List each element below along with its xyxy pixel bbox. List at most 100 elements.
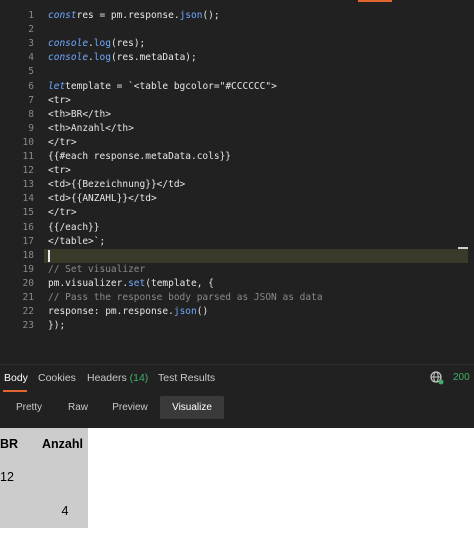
- code-text: <td>{{ANZAHL}}</td>: [48, 192, 157, 206]
- code-token: </tr>: [48, 207, 77, 219]
- code-line[interactable]: 2: [0, 23, 474, 37]
- code-text: {{/each}}: [48, 221, 99, 235]
- visualizer-table: BR Anzahl 12 4: [0, 428, 88, 528]
- tab-body[interactable]: Body: [4, 372, 28, 384]
- globe-icon[interactable]: [430, 371, 444, 385]
- line-number: 5: [28, 66, 34, 78]
- code-line[interactable]: 10 </tr>: [0, 136, 474, 150]
- code-text: console.log(res.metaData);: [48, 51, 197, 65]
- code-token: (template, {: [145, 277, 214, 289]
- line-number: 9: [28, 122, 34, 134]
- code-token: res = pm.response.: [76, 10, 180, 21]
- code-line[interactable]: 4 console.log(res.metaData);: [0, 51, 474, 65]
- code-line[interactable]: 15 </tr>: [0, 206, 474, 220]
- line-number: 14: [22, 193, 34, 205]
- line-number: 6: [28, 80, 34, 92]
- code-line[interactable]: 13 <td>{{Bezeichnung}}</td>: [0, 178, 474, 192]
- text-cursor: [48, 250, 50, 262]
- code-line[interactable]: 17 </table>`;: [0, 235, 474, 249]
- code-text: console.log(res);: [48, 37, 145, 51]
- tab-raw[interactable]: Raw: [56, 396, 100, 419]
- code-line[interactable]: 1 constres = pm.response.json();: [0, 9, 474, 23]
- code-line[interactable]: 8 <th>BR</th>: [0, 108, 474, 122]
- code-line[interactable]: 3 console.log(res);: [0, 37, 474, 51]
- tab-test-results[interactable]: Test Results: [158, 372, 215, 384]
- code-line[interactable]: 6 lettemplate = `<table bgcolor="#CCCCCC"…: [0, 80, 474, 94]
- code-line[interactable]: 18: [0, 249, 474, 263]
- code-text: response: pm.response.json(): [48, 305, 208, 319]
- code-line[interactable]: 9 <th>Anzahl</th>: [0, 122, 474, 136]
- table-row: 12: [0, 460, 88, 494]
- code-line[interactable]: 11 {{#each response.metaData.cols}}: [0, 150, 474, 164]
- code-token: json: [173, 306, 197, 318]
- code-text: <tr>: [48, 164, 71, 178]
- tab-cookies[interactable]: Cookies: [38, 372, 76, 384]
- code-line[interactable]: 22 response: pm.response.json(): [0, 305, 474, 319]
- table-header-row: BR Anzahl: [0, 428, 88, 460]
- code-token: <tr>: [48, 94, 71, 106]
- code-token: <tr>: [48, 165, 71, 177]
- code-token: response: pm.response.: [48, 306, 174, 318]
- code-text: <th>Anzahl</th>: [48, 122, 134, 136]
- code-token: {{#each response.metaData.cols}}: [48, 151, 232, 162]
- code-token: <th>BR</th>: [48, 108, 111, 120]
- code-line[interactable]: 12 <tr>: [0, 164, 474, 178]
- line-number: 23: [22, 320, 34, 332]
- code-token: const: [48, 10, 77, 21]
- code-text: <th>BR</th>: [48, 108, 111, 122]
- table-cell: [0, 494, 42, 528]
- code-line[interactable]: 20 pm.visualizer.set(template, {: [0, 277, 474, 291]
- code-token: (res.metaData);: [110, 52, 197, 64]
- code-token: template = `<table bgcolor="#CCCCCC">: [65, 80, 277, 92]
- tab-headers-label: Headers: [87, 372, 127, 384]
- headers-count-badge: (14): [129, 372, 149, 384]
- code-line[interactable]: 5: [0, 65, 474, 79]
- code-editor[interactable]: 1 constres = pm.response.json(); 2 3 console…: [0, 0, 474, 356]
- code-line[interactable]: 21 // Pass the response body parsed as JS…: [0, 291, 474, 305]
- status-code[interactable]: 200: [453, 372, 470, 383]
- code-text: });: [48, 319, 65, 333]
- line-number: 2: [28, 24, 34, 36]
- tab-visualize[interactable]: Visualize: [160, 396, 224, 419]
- code-line[interactable]: 7 <tr>: [0, 94, 474, 108]
- line-number: 8: [28, 108, 34, 120]
- code-line[interactable]: 19 // Set visualizer: [0, 263, 474, 277]
- table-cell: 12: [0, 470, 14, 484]
- active-tab-indicator: [358, 0, 392, 2]
- code-token: let: [48, 80, 66, 92]
- line-number: 16: [22, 221, 34, 233]
- code-token: (res);: [110, 38, 146, 50]
- code-token: (): [196, 306, 209, 318]
- scrollbar-marker[interactable]: [458, 247, 468, 249]
- code-token: // Set visualizer: [48, 263, 146, 275]
- tab-headers[interactable]: Headers (14): [87, 372, 148, 384]
- tab-pretty[interactable]: Pretty: [4, 396, 54, 419]
- code-line[interactable]: 23});: [0, 319, 474, 333]
- code-token: log: [93, 52, 111, 64]
- line-number: 10: [22, 136, 34, 148]
- code-line[interactable]: 16 {{/each}}: [0, 221, 474, 235]
- column-header-br: BR: [0, 437, 19, 451]
- code-token: {{/each}}: [48, 221, 100, 233]
- code-text: pm.visualizer.set(template, {: [48, 277, 214, 291]
- line-number: 15: [22, 207, 34, 219]
- line-number: 13: [22, 179, 34, 191]
- code-text: </table>`;: [48, 235, 105, 249]
- code-line[interactable]: 14 <td>{{ANZAHL}}</td>: [0, 192, 474, 206]
- code-token: console: [48, 52, 89, 64]
- code-token: <td>{{ANZAHL}}</td>: [48, 193, 157, 205]
- line-number: 17: [22, 235, 34, 247]
- code-text: lettemplate = `<table bgcolor="#CCCCCC">: [48, 80, 277, 94]
- code-token: set: [128, 277, 146, 289]
- code-text: </tr>: [48, 136, 77, 150]
- visualizer-output: BR Anzahl 12 4: [0, 428, 474, 534]
- code-token: </table>`;: [48, 235, 106, 247]
- code-token: log: [93, 38, 111, 50]
- tab-body-underline: [3, 390, 27, 392]
- line-number: 19: [22, 263, 34, 275]
- line-number: 12: [22, 165, 34, 177]
- code-text: // Set visualizer: [48, 263, 145, 277]
- line-number: 18: [22, 249, 34, 261]
- code-text: // Pass the response body parsed as JSON…: [48, 291, 323, 305]
- tab-preview[interactable]: Preview: [102, 396, 158, 419]
